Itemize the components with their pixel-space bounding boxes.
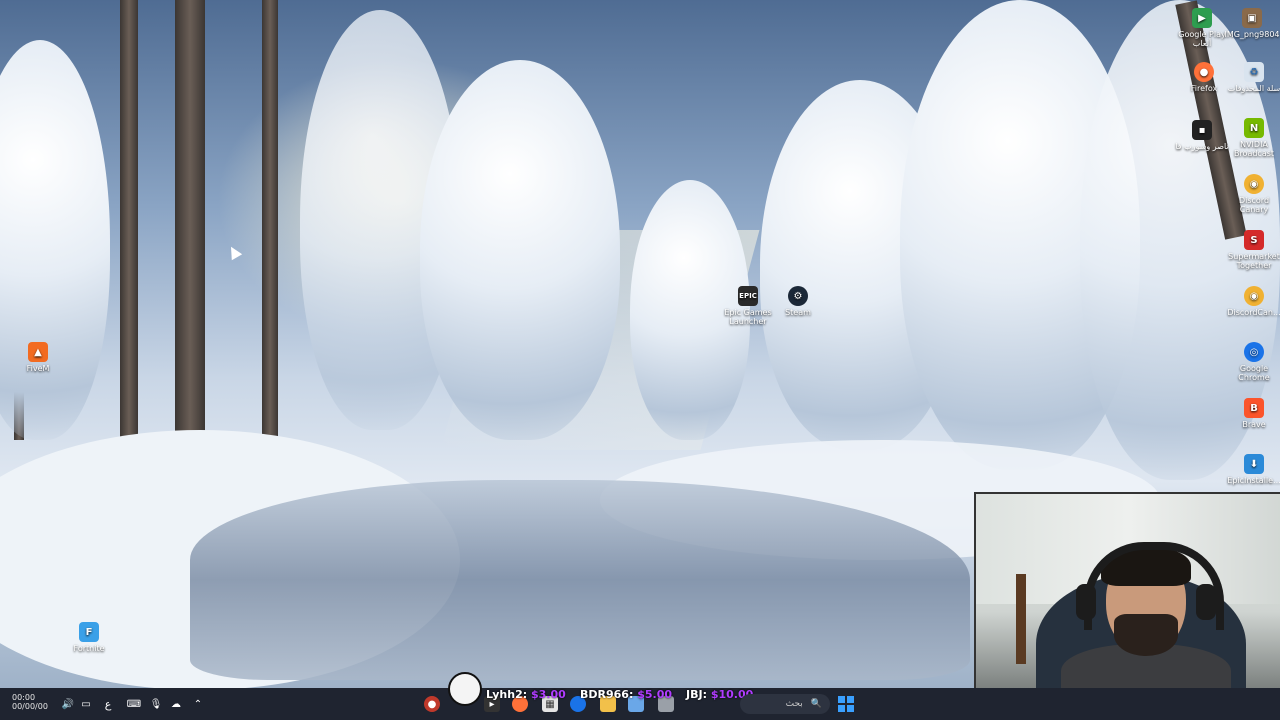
icon-label: Supermarket Together [1228, 252, 1280, 270]
discord-canary-icon: ◉ [1244, 286, 1264, 306]
icon-label: ناصر وسورب فا [1175, 142, 1229, 151]
epic-installer-icon: ⬇ [1244, 454, 1264, 474]
fortnite-icon: F [79, 622, 99, 642]
frozen-stream [190, 480, 970, 680]
desktop-icon-epic-installer[interactable]: ⬇ EpicInstalle... [1224, 454, 1280, 485]
icon-label: Firefox [1190, 84, 1218, 93]
desktop-icon-google-chrome[interactable]: ◎ Google Chrome [1224, 342, 1280, 382]
discord-canary-icon: ◉ [1244, 174, 1264, 194]
icon-label: Steam [785, 308, 811, 317]
icon-label: DiscordCan... [1227, 308, 1280, 317]
snowy-tree [420, 60, 620, 440]
icon-label: NVIDIA Broadcast [1233, 140, 1275, 158]
desktop-icon-discordcan[interactable]: ◉ DiscordCan... [1224, 286, 1280, 317]
icon-label: Google Chrome [1238, 364, 1270, 382]
desktop-icon-discord-canary[interactable]: ◉ Discord Canary [1224, 174, 1280, 214]
firefox-icon: ● [1194, 62, 1214, 82]
brave-icon: B [1244, 398, 1264, 418]
taskbar-clock[interactable]: 00:00 00/00/00 [12, 693, 48, 711]
desktop-icon-firefox[interactable]: ● Firefox [1174, 62, 1234, 93]
desktop-icon-fortnite[interactable]: F Fortnite [59, 622, 119, 653]
taskbar: 00:00 00/00/00 🔊 ▭ ع ⌨ 🎙 ☁ ⌃ ● ▸ ▦ Lyhh2… [0, 672, 1280, 720]
steam-icon: ⚙ [788, 286, 808, 306]
nvidia-icon: N [1244, 118, 1264, 138]
tree-trunk [262, 0, 278, 460]
donor-name: JBJ: [686, 688, 707, 701]
microphone-icon[interactable]: 🎙 [148, 696, 164, 712]
cloud-icon[interactable]: ☁ [168, 696, 184, 712]
desktop-icon-brave[interactable]: B Brave [1224, 398, 1280, 429]
donor-name: Lyhh2: [486, 688, 528, 701]
tree-trunk [175, 0, 205, 460]
mascot-character [448, 672, 482, 706]
chevron-up-icon[interactable]: ⌃ [190, 696, 206, 712]
epic-games-icon: EPIC [738, 286, 758, 306]
tree-trunk [120, 0, 138, 450]
donation-entry: Lyhh2: $3.00 [486, 688, 566, 701]
headset-cup [1076, 584, 1096, 620]
donation-amount: $3.00 [531, 688, 566, 701]
icon-label: Fortnite [73, 644, 105, 653]
headset-cup [1196, 584, 1216, 620]
search-icon: 🔍 [810, 699, 822, 709]
icon-label: Discord Canary [1238, 196, 1270, 214]
display-icon[interactable]: ▭ [78, 696, 94, 712]
language-indicator[interactable]: ع [100, 696, 116, 712]
icon-label: Brave [1242, 420, 1266, 429]
clock-time: 00:00 [12, 693, 36, 702]
donation-amount: $5.00 [637, 688, 672, 701]
desktop-icon-supermarket-together[interactable]: S Supermarket Together [1224, 230, 1280, 270]
speaker-icon[interactable]: 🔊 [60, 696, 76, 712]
windows-start-icon[interactable] [838, 696, 854, 712]
icon-label: EpicInstalle... [1227, 476, 1280, 485]
webcam-overlay [974, 492, 1280, 690]
icon-label: IMG_png9804 [1224, 30, 1280, 39]
desktop-icon-steam[interactable]: ⚙ Steam [768, 286, 828, 317]
snowy-tree [0, 40, 110, 440]
recycle-bin-icon: ♻ [1244, 62, 1264, 82]
search-placeholder: بحث [785, 699, 803, 709]
donor-name: BDR966: [580, 688, 634, 701]
desktop-icon-fivem[interactable]: ▲ FiveM [8, 342, 68, 373]
desktop-icon-shortcut[interactable]: ▪ ناصر وسورب فا [1172, 120, 1232, 151]
keyboard-icon[interactable]: ⌨ [126, 696, 142, 712]
chrome-icon: ◎ [1244, 342, 1264, 362]
image-file-icon: ▣ [1242, 8, 1262, 28]
shortcut-icon: ▪ [1192, 120, 1212, 140]
obs-icon[interactable]: ● [424, 696, 440, 712]
desktop-icon-img-png9804[interactable]: ▣ IMG_png9804 [1222, 8, 1280, 39]
icon-label: FiveM [26, 364, 50, 373]
clock-date: 00/00/00 [12, 702, 48, 711]
taskbar-search[interactable]: بحث 🔍 [740, 694, 830, 714]
supermarket-together-icon: S [1244, 230, 1264, 250]
guitar-neck [1016, 574, 1026, 664]
desktop-icon-nvidia-broadcast[interactable]: N NVIDIA Broadcast [1224, 118, 1280, 158]
donation-entry: BDR966: $5.00 [580, 688, 672, 701]
google-play-games-icon: ▶ [1192, 8, 1212, 28]
fivem-icon: ▲ [28, 342, 48, 362]
mouse-cursor-icon [225, 243, 243, 261]
